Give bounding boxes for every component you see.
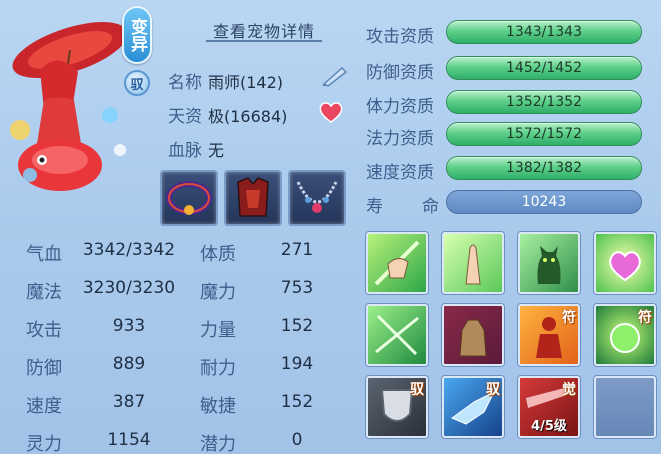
stat-label: 耐力 [200, 358, 236, 379]
skill-tag: 觉 [562, 382, 576, 398]
stat-value: 387 [112, 392, 146, 412]
skill-level: 4/5级 [531, 419, 567, 434]
equip-slot-collar[interactable] [160, 170, 218, 226]
skill-slot[interactable] [366, 304, 428, 366]
stat-value: 152 [280, 392, 314, 412]
pet-name: 雨师(142) [208, 73, 284, 92]
equip-slot-armor[interactable] [224, 170, 282, 226]
life-bar: 10243 [446, 190, 642, 214]
aptitude-attack-value: 1343/1343 [506, 24, 582, 40]
skill-slot[interactable]: 驭 [442, 376, 504, 438]
skill-tag: 符 [562, 310, 576, 326]
stat-value: 0 [291, 430, 303, 450]
praying-hands-icon [465, 244, 481, 285]
aptitude-label: 天资 [168, 107, 202, 127]
equip-slot-necklace[interactable] [288, 170, 346, 226]
skill-tag: 符 [638, 310, 652, 326]
skill-slot[interactable] [442, 232, 504, 294]
green-shatter-icon [375, 314, 419, 356]
aptitude-stamina-bar: 1352/1352 [446, 90, 642, 114]
stat-label: 速度 [26, 396, 62, 417]
stat-label: 魔法 [26, 282, 62, 303]
stat-value: 889 [112, 354, 146, 374]
life-label-first: 寿 [366, 197, 383, 217]
aptitude-defense-bar: 1452/1452 [446, 56, 642, 80]
skill-slot[interactable] [594, 232, 656, 294]
pet-aptitude: 极(16684) [208, 107, 288, 126]
aptitude-magic-label: 法力资质 [366, 129, 434, 149]
aptitude-stamina-label: 体力资质 [366, 97, 434, 117]
aptitude-attack-bar: 1343/1343 [446, 20, 642, 44]
stat-label: 灵力 [26, 434, 62, 454]
rename-pen-icon[interactable] [318, 64, 350, 88]
green-cat-icon [537, 246, 561, 284]
bloodline-label: 血脉 [168, 141, 202, 161]
aptitude-speed-bar: 1382/1382 [446, 156, 642, 180]
skill-slot[interactable] [518, 232, 580, 294]
aptitude-speed-label: 速度资质 [366, 163, 434, 183]
pink-heart-crystal-icon [609, 251, 641, 282]
variant-badge: 变异 [122, 6, 152, 64]
variant-label: 变异 [127, 18, 147, 52]
aptitude-defense-label: 防御资质 [366, 63, 434, 83]
skill-tag: 驭 [410, 382, 424, 398]
skill-slot-empty[interactable] [594, 376, 656, 438]
stat-value: 753 [280, 278, 314, 298]
pet-bloodline: 无 [208, 141, 225, 160]
stat-value: 1154 [107, 430, 151, 450]
skill-slot[interactable]: 符 [518, 304, 580, 366]
stat-label: 防御 [26, 358, 62, 379]
bind-label: 驭 [130, 77, 144, 93]
aptitude-magic-value: 1572/1572 [506, 126, 582, 142]
stat-label: 敏捷 [200, 396, 236, 417]
stat-value: 3230/3230 [82, 278, 176, 298]
view-pet-detail-link[interactable]: 查看宠物详情 [206, 18, 322, 42]
stat-value: 3342/3342 [82, 240, 176, 260]
name-label: 名称 [168, 73, 202, 93]
aptitude-magic-bar: 1572/1572 [446, 122, 642, 146]
skill-slot[interactable]: 驭 [366, 376, 428, 438]
stat-value: 933 [112, 316, 146, 336]
aptitude-attack-label: 攻击资质 [366, 27, 434, 47]
stat-label: 攻击 [26, 320, 62, 341]
green-hand-slash-icon [374, 240, 420, 286]
stat-label: 力量 [200, 320, 236, 341]
red-armor-icon [237, 177, 269, 217]
skill-slot[interactable]: 符 [594, 304, 656, 366]
stat-value: 194 [280, 354, 314, 374]
rock-golem-icon [459, 319, 487, 357]
skill-tag: 驭 [486, 382, 500, 398]
aptitude-stamina-value: 1352/1352 [506, 94, 582, 110]
heart-icon [318, 100, 344, 124]
stat-label: 气血 [26, 244, 62, 265]
aptitude-speed-value: 1382/1382 [506, 160, 582, 176]
life-label-second: 命 [422, 197, 439, 217]
skill-slot[interactable] [442, 304, 504, 366]
stat-label: 魔力 [200, 282, 236, 303]
skill-slot[interactable]: 觉 4/5级 [518, 376, 580, 438]
stat-value: 152 [280, 316, 314, 336]
stat-label: 体质 [200, 244, 236, 265]
bind-badge: 驭 [124, 70, 150, 96]
aptitude-defense-value: 1452/1452 [506, 60, 582, 76]
skill-slot[interactable] [366, 232, 428, 294]
ornate-collar-icon [166, 181, 212, 215]
stat-value: 271 [280, 240, 314, 260]
chain-necklace-icon [296, 181, 338, 213]
life-value: 10243 [521, 194, 567, 210]
stat-label: 潜力 [200, 434, 236, 454]
